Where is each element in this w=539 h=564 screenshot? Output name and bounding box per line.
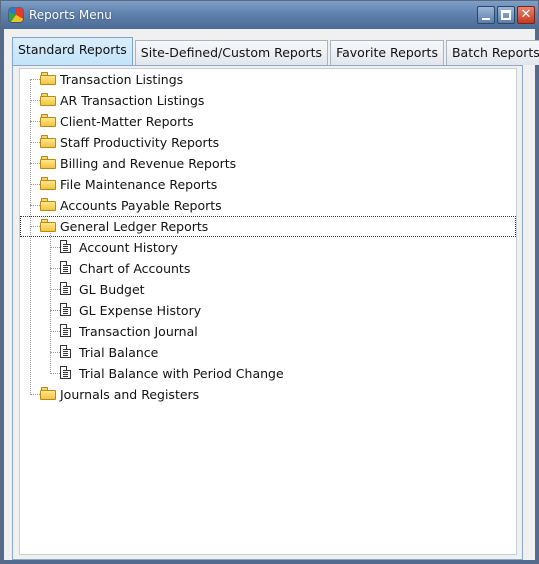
- folder-icon: [40, 93, 56, 106]
- tree-item-label: GL Expense History: [79, 303, 202, 318]
- minimize-icon: [482, 18, 490, 20]
- tree-item-transaction-listings[interactable]: Transaction Listings: [20, 69, 516, 90]
- tree-guide-line: [50, 289, 60, 290]
- tab-batch-reports[interactable]: Batch Reports: [445, 40, 539, 65]
- tree-item-label: Accounts Payable Reports: [60, 198, 222, 213]
- tree-guide-line: [50, 247, 60, 248]
- tree-guide-line: [30, 142, 40, 143]
- tree-item-general-ledger-reports[interactable]: General Ledger Reports: [20, 216, 516, 237]
- tree-guide-line: [30, 121, 40, 122]
- tree-item-label: Staff Productivity Reports: [60, 135, 220, 150]
- close-button[interactable]: ✕: [517, 6, 535, 24]
- tree-item-label: Trial Balance with Period Change: [79, 366, 284, 381]
- tree-item-accounts-payable-reports[interactable]: Accounts Payable Reports: [20, 195, 516, 216]
- document-icon: [60, 240, 71, 253]
- tab-standard-reports[interactable]: Standard Reports: [12, 37, 133, 65]
- tab-panel: Transaction Listings AR Transaction List…: [12, 65, 523, 560]
- tree-item-gl-expense-history[interactable]: GL Expense History: [20, 300, 516, 321]
- maximize-icon: [501, 10, 511, 20]
- document-icon: [60, 303, 71, 316]
- tree-item-trial-balance-with-period-change[interactable]: Trial Balance with Period Change: [20, 363, 516, 384]
- folder-icon: [40, 198, 56, 211]
- document-icon: [60, 261, 71, 274]
- document-icon: [60, 366, 71, 379]
- open-folder-icon: [40, 219, 56, 232]
- document-icon: [60, 282, 71, 295]
- tree-guide-line: [50, 373, 60, 374]
- tree-guide-line: [30, 205, 40, 206]
- folder-icon: [40, 156, 56, 169]
- tree-item-label: Trial Balance: [79, 345, 159, 360]
- folder-icon: [40, 387, 56, 400]
- folder-icon: [40, 177, 56, 190]
- tree-item-label: General Ledger Reports: [60, 219, 209, 234]
- tree-item-account-history[interactable]: Account History: [20, 237, 516, 258]
- tree-item-label: Transaction Listings: [60, 72, 184, 87]
- report-tabs: Standard Reports Site-Defined/Custom Rep…: [12, 37, 539, 65]
- tree-item-label: Chart of Accounts: [79, 261, 191, 276]
- tree-item-trial-balance[interactable]: Trial Balance: [20, 342, 516, 363]
- tree-guide-line: [50, 331, 60, 332]
- tree-item-journals-and-registers[interactable]: Journals and Registers: [20, 384, 516, 405]
- tree-guide-line: [30, 79, 40, 80]
- tree-item-staff-productivity-reports[interactable]: Staff Productivity Reports: [20, 132, 516, 153]
- report-tree[interactable]: Transaction Listings AR Transaction List…: [19, 68, 517, 555]
- tree-guide-line: [30, 226, 40, 227]
- tree-item-billing-and-revenue-reports[interactable]: Billing and Revenue Reports: [20, 153, 516, 174]
- close-icon: ✕: [520, 7, 532, 22]
- maximize-button[interactable]: [497, 6, 515, 24]
- tree-guide-line: [30, 163, 40, 164]
- tree-item-file-maintenance-reports[interactable]: File Maintenance Reports: [20, 174, 516, 195]
- tree-item-label: AR Transaction Listings: [60, 93, 205, 108]
- tree-item-transaction-journal[interactable]: Transaction Journal: [20, 321, 516, 342]
- tree-guide-line: [50, 352, 60, 353]
- tree-guide-line: [30, 100, 40, 101]
- title-bar[interactable]: Reports Menu ✕: [1, 1, 538, 29]
- tree-guide-line: [30, 184, 40, 185]
- window-client-area: Standard Reports Site-Defined/Custom Rep…: [4, 29, 539, 560]
- tree-item-label: Billing and Revenue Reports: [60, 156, 237, 171]
- tree-item-client-matter-reports[interactable]: Client-Matter Reports: [20, 111, 516, 132]
- tree-item-label: Journals and Registers: [60, 387, 200, 402]
- tree-item-label: Account History: [79, 240, 178, 255]
- tree-guide-line: [50, 268, 60, 269]
- folder-icon: [40, 72, 56, 85]
- tree-item-label: GL Budget: [79, 282, 145, 297]
- minimize-button[interactable]: [477, 6, 495, 24]
- document-icon: [60, 345, 71, 358]
- tree-guide-line: [50, 310, 60, 311]
- tree-item-label: File Maintenance Reports: [60, 177, 218, 192]
- reports-menu-window: Reports Menu ✕ Standard Reports Site-Def…: [0, 0, 539, 564]
- app-icon: [9, 8, 23, 22]
- tab-favorite-reports[interactable]: Favorite Reports: [330, 40, 444, 65]
- tab-site-defined-custom-reports[interactable]: Site-Defined/Custom Reports: [134, 40, 329, 65]
- document-icon: [60, 324, 71, 337]
- window-title: Reports Menu: [29, 8, 112, 22]
- tree-item-chart-of-accounts[interactable]: Chart of Accounts: [20, 258, 516, 279]
- tree-item-gl-budget[interactable]: GL Budget: [20, 279, 516, 300]
- tree-item-label: Transaction Journal: [79, 324, 198, 339]
- tree-guide-line: [30, 394, 40, 395]
- folder-icon: [40, 135, 56, 148]
- folder-icon: [40, 114, 56, 127]
- tree-item-label: Client-Matter Reports: [60, 114, 194, 129]
- tree-item-ar-transaction-listings[interactable]: AR Transaction Listings: [20, 90, 516, 111]
